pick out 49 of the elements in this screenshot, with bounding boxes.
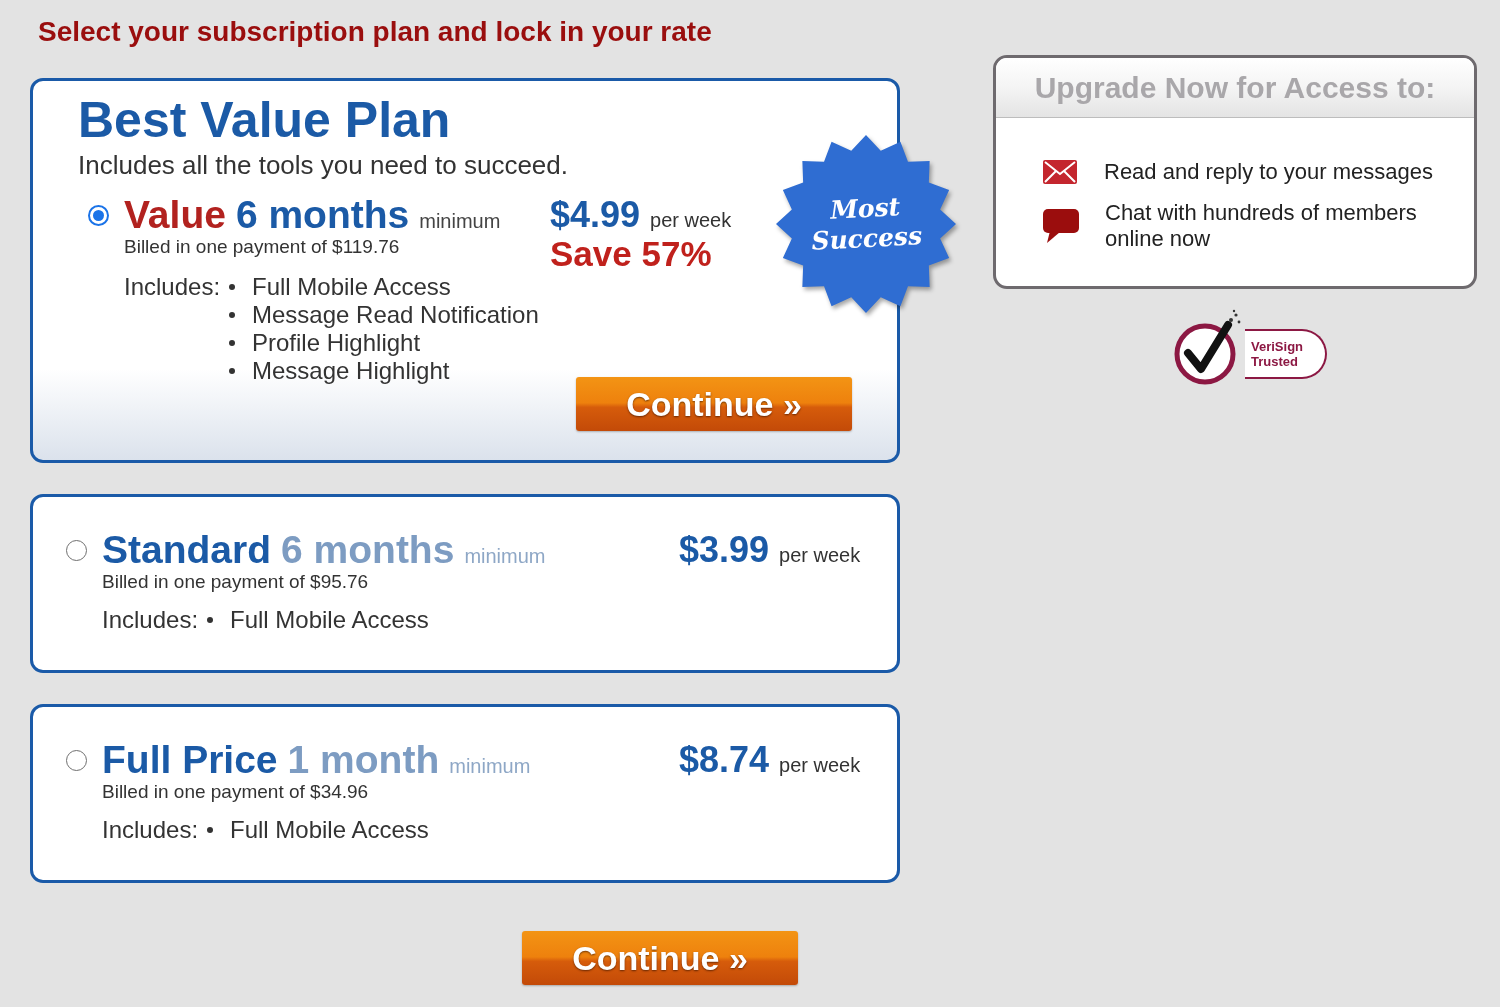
feature-text: Full Mobile Access (230, 606, 429, 634)
plan-subtitle: Includes all the tools you need to succeed. (78, 150, 568, 180)
minimum-label: minimum (464, 544, 546, 569)
benefit-text: Chat with hundreds of members online now (1105, 200, 1418, 252)
feature-text: Full Mobile Access (252, 273, 451, 301)
page-heading: Select your subscription plan and lock in your rate (38, 16, 712, 48)
bullet-icon (229, 368, 235, 374)
benefit-text: Read and reply to your messages (1104, 159, 1434, 185)
price-unit: per week (650, 208, 732, 233)
minimum-label: minimum (449, 754, 531, 779)
bullet-icon (229, 284, 235, 290)
savings-text: Save 57% (550, 235, 713, 273)
price-text: $3.99 (679, 530, 770, 570)
bullet-icon (207, 617, 213, 623)
plan-name: Full Price (102, 740, 278, 780)
envelope-icon (1043, 160, 1077, 184)
minimum-label: minimum (419, 209, 501, 234)
bullet-icon (207, 827, 213, 833)
plan-term: 6 months (235, 195, 410, 235)
plan-name: Value (124, 195, 226, 235)
seal-label: VeriSign Trusted (1245, 329, 1327, 379)
feature-text: Message Highlight (252, 357, 450, 385)
includes-label: Includes: (102, 606, 200, 634)
feature-text: Message Read Notification (252, 301, 539, 329)
continue-button[interactable]: Continue » (576, 377, 852, 431)
price-unit: per week (779, 543, 861, 568)
bullet-icon (229, 312, 235, 318)
billing-text: Billed in one payment of $119.76 (124, 236, 401, 258)
includes-label: Includes: (124, 273, 222, 301)
billing-text: Billed in one payment of $95.76 (102, 571, 370, 593)
radio-button[interactable] (66, 539, 87, 561)
benefits-title: Upgrade Now for Access to: (1034, 69, 1436, 106)
billing-text: Billed in one payment of $34.96 (102, 781, 370, 803)
includes-label: Includes: (102, 816, 200, 844)
speech-bubble-icon (1043, 209, 1079, 243)
bullet-icon (229, 340, 235, 346)
plan-term: 6 months (281, 530, 455, 570)
plan-name: Standard (102, 530, 272, 570)
radio-button[interactable] (88, 204, 109, 226)
feature-text: Full Mobile Access (230, 816, 429, 844)
starburst-badge: Most Success (776, 135, 956, 313)
price-unit: per week (779, 753, 861, 778)
continue-button[interactable]: Continue » (522, 931, 798, 985)
plan-title: Best Value Plan (78, 93, 451, 147)
price-text: $8.74 (679, 740, 770, 780)
price-text: $4.99 (550, 195, 641, 235)
feature-text: Profile Highlight (252, 329, 421, 357)
radio-button[interactable] (66, 749, 87, 771)
plan-term: 1 month (287, 740, 440, 780)
